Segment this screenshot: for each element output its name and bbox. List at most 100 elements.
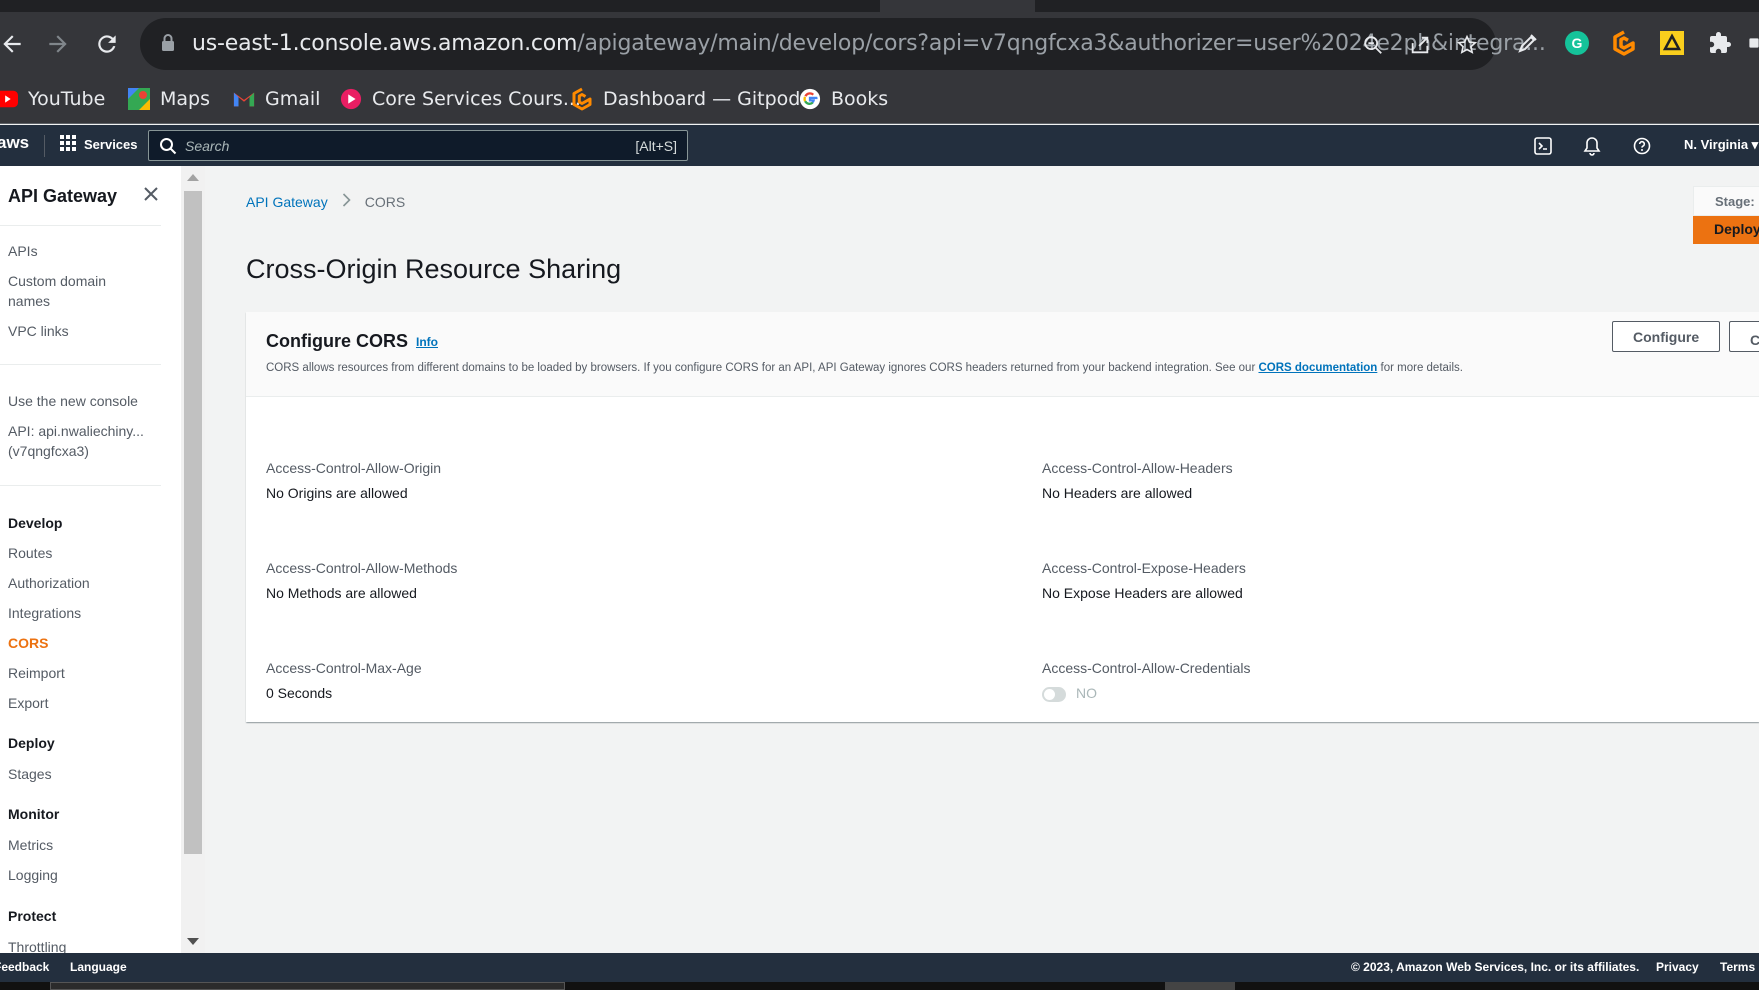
zoom-icon[interactable]: [1360, 32, 1386, 58]
sidebar-item-stages[interactable]: Stages: [8, 764, 158, 784]
lock-icon[interactable]: [160, 33, 176, 58]
browser-tab-active[interactable]: [880, 0, 1035, 12]
extensions-puzzle-icon[interactable]: [1705, 28, 1735, 58]
sidebar-item-api-selector[interactable]: API: api.nwaliechiny... (v7qngfcxa3): [8, 421, 148, 461]
chevron-right-icon: [342, 193, 351, 210]
aws-logo[interactable]: aws: [0, 133, 29, 153]
search-shortcut: [Alt+S]: [635, 138, 677, 154]
max-age-value: 0 Seconds: [266, 685, 333, 701]
sidebar-item-custom-domain-names[interactable]: Custom domain names: [8, 271, 128, 311]
breadcrumb-current: CORS: [364, 193, 406, 210]
cors-documentation-link[interactable]: CORS documentation: [1258, 362, 1377, 374]
address-bar[interactable]: us-east-1.console.aws.amazon.com/apigate…: [140, 18, 1546, 70]
clear-button[interactable]: Clear: [1729, 321, 1759, 352]
core-services-icon: [340, 88, 362, 110]
stage-deploy-widget: Stage: Deploy: [1693, 186, 1759, 246]
allow-credentials-key: Access-Control-Allow-Credentials: [1042, 660, 1251, 676]
sidebar-item-export[interactable]: Export: [8, 693, 158, 713]
sidebar-item-routes[interactable]: Routes: [8, 543, 158, 563]
services-menu-button[interactable]: Services: [60, 135, 138, 154]
sidebar-item-metrics[interactable]: Metrics: [8, 835, 158, 855]
back-icon[interactable]: [0, 28, 28, 60]
google-icon: [799, 88, 821, 110]
terms-link[interactable]: Terms: [1720, 960, 1755, 974]
sidebar-heading-protect: Protect: [8, 908, 57, 924]
os-taskbar: [0, 982, 1759, 990]
yellow-extension-icon[interactable]: [1657, 28, 1687, 58]
bookmark-label: Books: [831, 88, 889, 110]
region-selector[interactable]: N. Virginia ▾: [1684, 137, 1758, 153]
bookmark-label: Core Services Cours...: [372, 88, 581, 110]
sidebar-item-integrations[interactable]: Integrations: [8, 603, 158, 623]
bookmark-gitpod[interactable]: Dashboard — Gitpod: [571, 84, 800, 114]
bookmark-core-services[interactable]: Core Services Cours...: [340, 84, 581, 114]
panel-header: Configure CORS Info CORS allows resource…: [246, 312, 1759, 397]
sidebar-title: API Gateway: [8, 186, 118, 206]
bookmark-label: Dashboard — Gitpod: [603, 88, 801, 110]
allow-credentials-toggle: [1042, 687, 1066, 702]
sidebar-item-authorization[interactable]: Authorization: [8, 573, 158, 593]
stage-label[interactable]: Stage:: [1693, 186, 1759, 216]
max-age-key: Access-Control-Max-Age: [266, 660, 422, 676]
gitpod-icon: [571, 87, 593, 111]
configure-button[interactable]: Configure: [1612, 321, 1721, 352]
copyright-text: © 2023, Amazon Web Services, Inc. or its…: [1351, 960, 1640, 974]
breadcrumb-api-gateway[interactable]: API Gateway: [246, 194, 328, 210]
deploy-button[interactable]: Deploy: [1693, 216, 1759, 244]
info-link[interactable]: Info: [416, 335, 438, 349]
services-label: Services: [84, 137, 138, 152]
feedback-link[interactable]: Feedback: [0, 960, 49, 974]
divider: [0, 485, 161, 486]
bookmark-maps[interactable]: Maps: [128, 84, 210, 114]
eyedropper-extension-icon[interactable]: [1513, 28, 1543, 58]
sidebar-heading-monitor: Monitor: [8, 806, 60, 822]
side-navigation: API Gateway APIs Custom domain names VPC…: [0, 166, 181, 953]
language-link[interactable]: Language: [70, 960, 127, 974]
allow-methods-key: Access-Control-Allow-Methods: [266, 560, 458, 576]
profile-icon[interactable]: [1749, 28, 1759, 58]
notifications-bell-icon[interactable]: [1580, 134, 1604, 158]
breadcrumb: API Gateway CORS: [246, 193, 405, 210]
bookmark-books[interactable]: Books: [799, 84, 888, 114]
expose-headers-value: No Expose Headers are allowed: [1042, 585, 1243, 601]
forward-icon[interactable]: [42, 28, 74, 60]
allow-origin-value: No Origins are allowed: [266, 485, 408, 501]
sidebar-item-new-console[interactable]: Use the new console: [8, 391, 158, 411]
console-footer: Feedback Language © 2023, Amazon Web Ser…: [0, 953, 1759, 982]
sidebar-scrollbar[interactable]: [181, 166, 205, 953]
configure-cors-panel: Configure CORS Info CORS allows resource…: [246, 312, 1759, 722]
scroll-up-icon[interactable]: [187, 174, 199, 181]
scrollbar-thumb[interactable]: [184, 191, 202, 854]
expose-headers-key: Access-Control-Expose-Headers: [1042, 560, 1246, 576]
browser-toolbar: us-east-1.console.aws.amazon.com/apigate…: [0, 12, 1759, 76]
reload-icon[interactable]: [91, 28, 123, 60]
privacy-link[interactable]: Privacy: [1656, 960, 1699, 974]
gitpod-extension-icon[interactable]: [1609, 28, 1639, 58]
cloudshell-icon[interactable]: [1531, 134, 1555, 158]
sidebar-item-apis[interactable]: APIs: [8, 241, 158, 261]
allow-methods-value: No Methods are allowed: [266, 585, 417, 601]
help-icon[interactable]: [1630, 134, 1654, 158]
divider: [0, 225, 161, 226]
scroll-down-icon[interactable]: [187, 938, 199, 945]
panel-title: Configure CORS: [266, 331, 408, 351]
share-icon[interactable]: [1407, 32, 1433, 58]
grammarly-extension-icon[interactable]: G: [1562, 28, 1592, 58]
taskbar-item[interactable]: [1165, 982, 1235, 990]
sidebar-item-logging[interactable]: Logging: [8, 865, 158, 885]
bookmarks-bar: YouTube Maps Gmail Core Services Cours..…: [0, 76, 1759, 124]
console-search-input[interactable]: Search [Alt+S]: [148, 130, 688, 161]
bookmark-star-icon[interactable]: [1454, 32, 1480, 58]
svg-text:G: G: [1572, 35, 1583, 51]
sidebar-heading-develop: Develop: [8, 515, 63, 531]
taskbar-item[interactable]: [50, 982, 565, 990]
sidebar-item-reimport[interactable]: Reimport: [8, 663, 158, 683]
sidebar-item-cors[interactable]: CORS: [8, 633, 158, 653]
browser-tab-strip: [0, 0, 1759, 12]
sidebar-item-vpc-links[interactable]: VPC links: [8, 321, 158, 341]
bookmark-gmail[interactable]: Gmail: [233, 84, 320, 114]
bookmark-youtube[interactable]: YouTube: [0, 84, 105, 114]
youtube-icon: [0, 88, 18, 110]
close-icon[interactable]: [141, 184, 161, 204]
sidebar-item-throttling[interactable]: Throttling: [8, 937, 158, 953]
